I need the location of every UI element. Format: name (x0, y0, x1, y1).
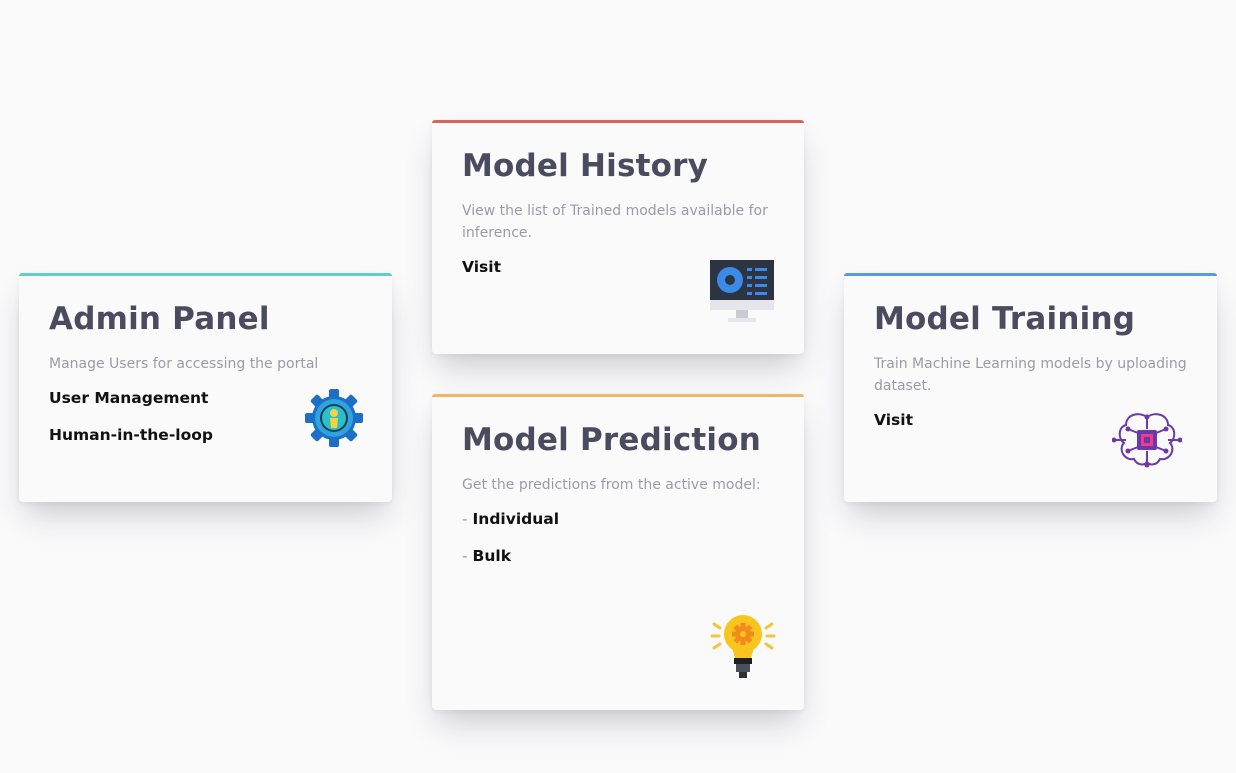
card-description: View the list of Trained models availabl… (462, 203, 768, 241)
card-accent-bar (844, 273, 1217, 276)
link-dash: - (462, 547, 473, 565)
link-label: Individual (472, 510, 560, 528)
bulk-prediction-link[interactable]: - Bulk (462, 547, 774, 565)
gear-user-icon (305, 388, 363, 452)
link-dash: - (462, 510, 473, 528)
model-training-card: Model Training Train Machine Learning mo… (844, 273, 1217, 502)
card-accent-bar (432, 120, 804, 123)
card-title: Model History (462, 148, 709, 184)
card-description: Manage Users for accessing the portal (49, 356, 319, 372)
card-accent-bar (19, 273, 392, 276)
card-title: Model Training (874, 301, 1136, 337)
card-accent-bar (432, 394, 804, 397)
card-description: Train Machine Learning models by uploadi… (874, 356, 1187, 394)
individual-prediction-link[interactable]: - Individual (462, 510, 774, 528)
card-description: Get the predictions from the active mode… (462, 477, 761, 493)
brain-chip-icon (1111, 411, 1183, 477)
dashboard: Admin Panel Manage Users for accessing t… (0, 0, 1236, 773)
light-bulb-gear-icon (710, 614, 776, 684)
card-title: Model Prediction (462, 422, 762, 458)
card-title: Admin Panel (49, 301, 270, 337)
monitor-dashboard-icon (710, 260, 774, 328)
admin-panel-card: Admin Panel Manage Users for accessing t… (19, 273, 392, 502)
model-history-card: Model History View the list of Trained m… (432, 120, 804, 354)
model-prediction-card: Model Prediction Get the predictions fro… (432, 394, 804, 710)
link-label: Bulk (472, 547, 512, 565)
